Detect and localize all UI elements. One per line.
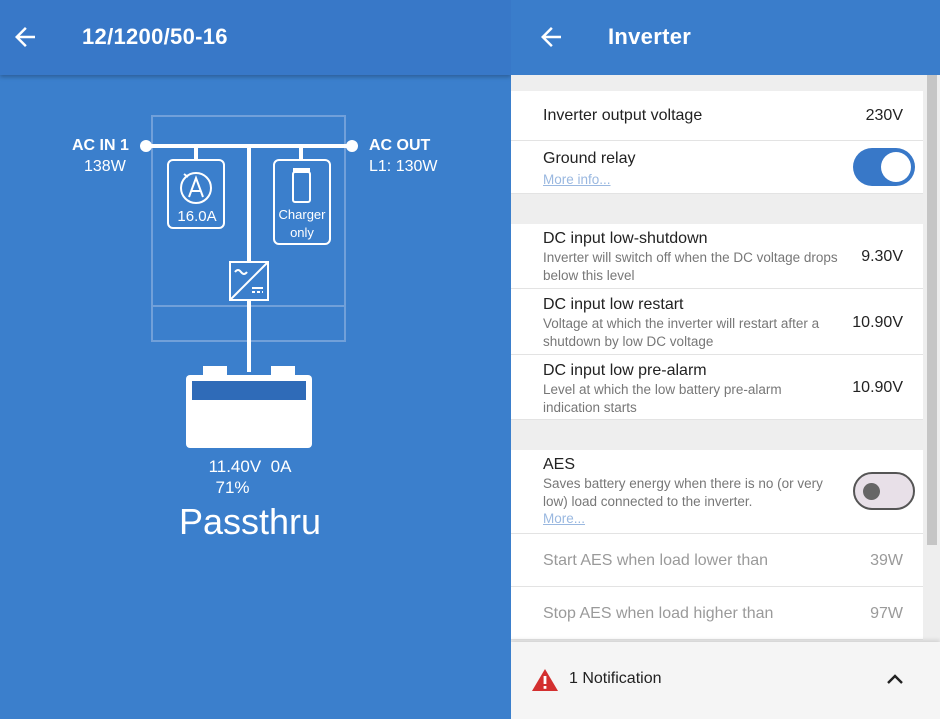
ac-out-label: AC OUT (369, 137, 431, 154)
charger-mode-line2: only (290, 225, 314, 240)
low-prealarm-description: Level at which the low battery pre-alarm… (543, 382, 782, 415)
charger-mode-line1: Charger (278, 207, 326, 222)
aes-stop-row[interactable]: Stop AES when load higher than 97W (511, 587, 923, 640)
low-shutdown-label: DC input low-shutdown (543, 230, 708, 247)
page-title: 12/1200/50-16 (82, 24, 228, 49)
device-overview-panel: 12/1200/50-16 AC IN 1 138W AC OUT L1: 13… (0, 0, 511, 719)
ground-relay-more-info-link[interactable]: More info... (543, 172, 611, 187)
aes-label: AES (543, 456, 576, 473)
output-voltage-row[interactable]: Inverter output voltage 230V (511, 91, 923, 141)
notification-count: 1 Notification (569, 670, 662, 687)
low-shutdown-row[interactable]: DC input low-shutdown Inverter will swit… (511, 224, 923, 289)
aes-row: AES Saves battery energy when there is n… (511, 450, 923, 534)
ac-in-power: 138W (84, 158, 126, 175)
settings-list[interactable]: Inverter output voltage 230V Ground rela… (511, 75, 924, 719)
low-restart-row[interactable]: DC input low restart Voltage at which th… (511, 289, 923, 355)
aes-start-row[interactable]: Start AES when load lower than 39W (511, 534, 923, 587)
ac-out-node (346, 140, 358, 152)
ground-relay-row: Ground relay More info... (511, 141, 923, 194)
ac-dc-converter-icon (229, 261, 269, 301)
aes-start-value: 39W (870, 552, 903, 569)
battery-soc: 71% (215, 478, 250, 497)
low-shutdown-value: 9.30V (861, 248, 903, 265)
aes-stop-label: Stop AES when load higher than (543, 605, 774, 622)
aes-stop-value: 97W (870, 605, 903, 622)
inverter-settings-panel: Inverter Inverter output voltage 230V Gr… (511, 0, 940, 719)
low-restart-value: 10.90V (852, 314, 903, 331)
app-header: 12/1200/50-16 (0, 0, 511, 75)
device-state: Passthru (178, 501, 322, 542)
power-lines (146, 144, 352, 372)
power-flow-diagram (140, 115, 358, 448)
low-prealarm-value: 10.90V (852, 379, 903, 396)
toggle-knob (881, 152, 911, 182)
low-prealarm-label: DC input low pre-alarm (543, 362, 707, 379)
arrow-left-icon[interactable] (10, 22, 40, 52)
current-limit-value: 16.0A (177, 208, 217, 225)
aes-description: Saves battery energy when there is no (o… (543, 476, 823, 509)
warning-triangle-icon (532, 669, 558, 691)
ground-relay-label: Ground relay (543, 150, 636, 167)
ground-relay-toggle[interactable] (853, 148, 915, 186)
low-restart-label: DC input low restart (543, 296, 684, 313)
ac-in-label: AC IN 1 (72, 137, 129, 154)
low-shutdown-description: Inverter will switch off when the DC vol… (543, 250, 838, 283)
scrollbar[interactable] (924, 75, 940, 719)
output-voltage-label: Inverter output voltage (543, 107, 703, 124)
battery-charger-icon (292, 168, 311, 203)
toggle-knob (863, 483, 880, 500)
aes-start-label: Start AES when load lower than (543, 552, 769, 569)
low-prealarm-row[interactable]: DC input low pre-alarm Level at which th… (511, 355, 923, 420)
settings-title: Inverter (608, 24, 692, 49)
ac-out-power: L1: 130W (369, 158, 438, 175)
chevron-up-icon[interactable] (886, 672, 904, 686)
charger-mode-label: Charger only (274, 206, 330, 242)
battery-current: 0A (270, 457, 292, 476)
battery-voltage-current: 11.40V 0A (150, 457, 350, 477)
low-restart-description: Voltage at which the inverter will resta… (543, 316, 820, 349)
arrow-left-icon[interactable] (536, 22, 566, 52)
output-voltage-value: 230V (865, 107, 903, 124)
battery-icon (186, 366, 312, 448)
ampere-gauge-icon (180, 172, 212, 204)
settings-header: Inverter (511, 0, 940, 75)
scrollbar-thumb[interactable] (927, 75, 937, 545)
aes-toggle[interactable] (853, 472, 915, 510)
aes-more-link[interactable]: More... (543, 511, 585, 526)
ac-in-node (140, 140, 152, 152)
notification-bar[interactable]: 1 Notification (511, 642, 940, 719)
battery-voltage: 11.40V (208, 457, 262, 476)
